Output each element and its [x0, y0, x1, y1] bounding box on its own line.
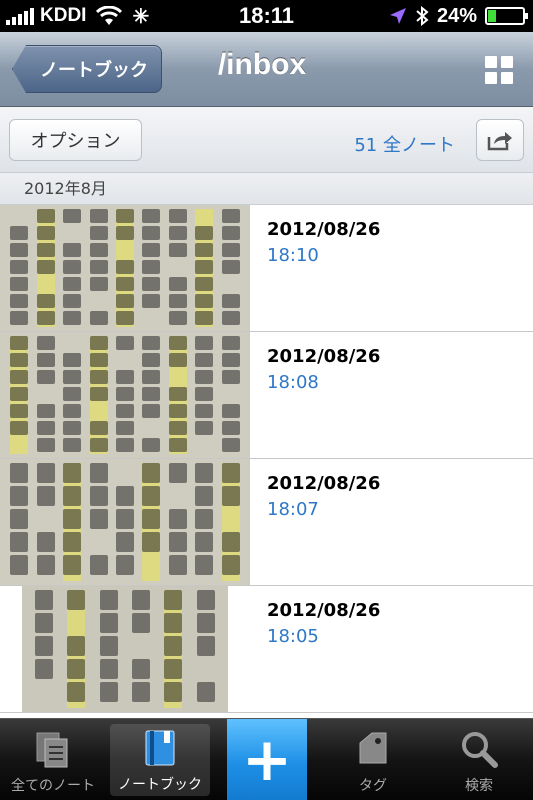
thumbnail-text-column — [63, 463, 82, 581]
thumbnail-text-column — [35, 590, 54, 708]
thumbnail-text-column — [99, 590, 118, 708]
thumbnail-text-column — [63, 336, 82, 454]
tab-tags[interactable]: タグ — [320, 719, 426, 800]
thumbnail-text-column — [63, 209, 82, 327]
thumbnail-text-column — [36, 336, 55, 454]
tag-icon — [359, 732, 387, 764]
thumbnail-text-column — [221, 336, 240, 454]
note-row[interactable]: 2012/08/26 18:07 — [0, 459, 533, 586]
thumbnail-text-column — [221, 463, 240, 581]
note-thumbnail — [0, 459, 250, 585]
thumbnail-text-column — [221, 209, 240, 327]
note-row[interactable]: 2012/08/26 18:08 — [0, 332, 533, 459]
note-date: 2012/08/26 — [267, 219, 381, 240]
tab-label: ノートブック — [118, 777, 202, 793]
tab-label: タグ — [359, 778, 387, 794]
notebook-icon — [145, 730, 175, 766]
carrier-name: KDDI — [40, 5, 87, 26]
thumbnail-text-column — [142, 209, 161, 327]
page-title: /inbox — [217, 48, 307, 81]
thumbnail-text-column — [36, 209, 55, 327]
thumbnail-text-column — [142, 336, 161, 454]
thumbnail-text-column — [115, 209, 134, 327]
section-header: 2012年8月 — [0, 173, 533, 205]
thumbnail-text-column — [168, 336, 187, 454]
tab-label: 全てのノート — [11, 778, 95, 794]
note-date: 2012/08/26 — [267, 600, 381, 621]
thumbnail-text-column — [36, 463, 55, 581]
location-icon — [389, 8, 406, 24]
search-icon — [462, 732, 498, 768]
navigation-bar: ノートブック /inbox — [0, 32, 533, 107]
thumbnail-text-column — [10, 336, 29, 454]
note-list: 2012/08/26 18:10 2012/08/26 18:08 2012/0… — [0, 205, 533, 713]
thumbnail-text-column — [195, 336, 214, 454]
share-button[interactable] — [476, 119, 524, 161]
thumbnail-text-column — [142, 463, 161, 581]
note-date: 2012/08/26 — [267, 473, 381, 494]
thumbnail-text-column — [115, 463, 134, 581]
battery-level-fill — [488, 10, 497, 22]
battery-percent: 24% — [436, 4, 477, 27]
status-bar: KDDI ✳ 18:11 24% — [0, 0, 533, 32]
tab-label: 検索 — [465, 778, 493, 794]
thumbnail-text-column — [115, 336, 134, 454]
back-button[interactable]: ノートブック — [12, 45, 162, 93]
thumbnail-text-column — [89, 336, 108, 454]
note-count: 51 全ノート — [354, 135, 455, 156]
all-notes-icon — [36, 732, 68, 768]
thumbnail-text-column — [132, 590, 151, 708]
wifi-icon — [96, 6, 123, 25]
thumbnail-text-column — [10, 463, 29, 581]
thumbnail-text-column — [89, 209, 108, 327]
activity-spinner-icon: ✳ — [132, 5, 150, 28]
battery-icon — [485, 7, 528, 25]
note-time: 18:08 — [267, 372, 319, 393]
thumbnail-text-column — [196, 590, 215, 708]
tab-search[interactable]: 検索 — [426, 719, 532, 800]
note-time: 18:07 — [267, 499, 319, 520]
tab-bar: 全てのノート ノートブック + タグ 検索 — [0, 718, 533, 800]
thumbnail-text-column — [67, 590, 86, 708]
thumbnail-text-column — [10, 209, 29, 327]
thumbnail-text-column — [195, 463, 214, 581]
note-date: 2012/08/26 — [267, 346, 381, 367]
note-thumbnail — [0, 586, 250, 712]
share-icon — [487, 132, 512, 151]
add-note-button[interactable]: + — [227, 719, 307, 800]
bluetooth-icon — [416, 6, 429, 26]
thumbnail-text-column — [195, 209, 214, 327]
note-thumbnail — [0, 332, 250, 458]
note-time: 18:10 — [267, 245, 319, 266]
tab-all-notes[interactable]: 全てのノート — [0, 719, 106, 800]
thumbnail-text-column — [164, 590, 183, 708]
note-row[interactable]: 2012/08/26 18:10 — [0, 205, 533, 332]
note-thumbnail — [0, 205, 250, 331]
options-button[interactable]: オプション — [9, 119, 142, 161]
thumbnail-text-column — [168, 463, 187, 581]
grid-view-icon[interactable] — [485, 56, 513, 84]
note-time: 18:05 — [267, 626, 319, 647]
note-row[interactable]: 2012/08/26 18:05 — [0, 586, 533, 713]
tab-notebooks[interactable]: ノートブック — [110, 724, 210, 796]
thumbnail-text-column — [89, 463, 108, 581]
signal-strength-icon — [6, 7, 34, 25]
thumbnail-text-column — [168, 209, 187, 327]
add-note-icon: + — [241, 725, 293, 795]
notes-toolbar: オプション 51 全ノート — [0, 107, 533, 173]
